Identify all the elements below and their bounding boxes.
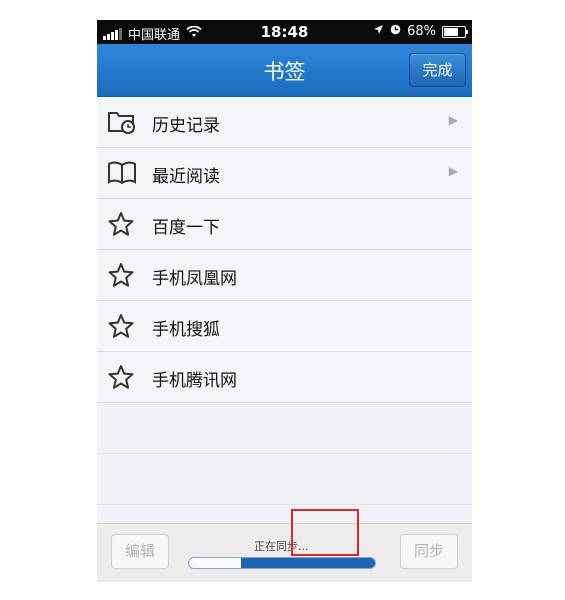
- battery-icon: [442, 25, 468, 38]
- progress-remaining-fill: [241, 558, 375, 568]
- battery-percent: 68%: [407, 24, 436, 39]
- empty-row: [97, 454, 472, 505]
- history-folder-icon: [107, 109, 135, 135]
- sync-progress-bar: [188, 557, 376, 569]
- star-icon: [107, 262, 135, 288]
- star-icon: [107, 364, 135, 390]
- list-item-tencent[interactable]: 手机腾讯网: [97, 352, 472, 403]
- bookmark-list: 历史记录 ▶ 最近阅读 ▶ 百度一下 手机凤凰网 手机搜狐 手机腾讯网: [97, 97, 472, 505]
- list-item-label: 手机腾讯网: [152, 371, 237, 391]
- done-button[interactable]: 完成: [409, 53, 466, 87]
- list-item-label: 历史记录: [152, 116, 220, 136]
- bottom-toolbar: 编辑 正在同步... 同步: [97, 523, 472, 582]
- star-icon: [107, 211, 135, 237]
- list-item-ifeng[interactable]: 手机凤凰网: [97, 250, 472, 301]
- location-icon: [373, 24, 384, 39]
- alarm-clock-icon: [390, 24, 401, 39]
- sync-button[interactable]: 同步: [400, 534, 458, 569]
- progress-done-fill: [189, 558, 241, 568]
- star-icon: [107, 313, 135, 339]
- list-item-label: 最近阅读: [152, 167, 220, 187]
- phone-screen: 中国联通 18:48 68% 书签 完成 历史记录 ▶ 最近阅读 ▶ 百度一下 …: [97, 20, 472, 582]
- nav-bar: 书签 完成: [97, 44, 472, 97]
- list-item-label: 百度一下: [152, 218, 220, 238]
- list-item-history[interactable]: 历史记录 ▶: [97, 97, 472, 148]
- empty-row: [97, 403, 472, 454]
- status-bar: 中国联通 18:48 68%: [97, 20, 472, 44]
- list-item-baidu[interactable]: 百度一下: [97, 199, 472, 250]
- list-item-sohu[interactable]: 手机搜狐: [97, 301, 472, 352]
- edit-button[interactable]: 编辑: [111, 534, 169, 569]
- book-icon: [107, 160, 136, 186]
- list-item-label: 手机搜狐: [152, 320, 220, 340]
- sync-button-highlight: [291, 509, 359, 556]
- list-item-recent-reading[interactable]: 最近阅读 ▶: [97, 148, 472, 199]
- list-item-label: 手机凤凰网: [152, 269, 237, 289]
- chevron-right-icon: ▶: [448, 164, 458, 178]
- chevron-right-icon: ▶: [448, 113, 458, 127]
